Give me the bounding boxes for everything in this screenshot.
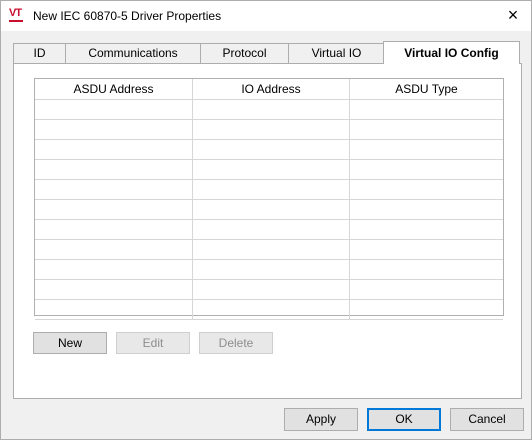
table-cell[interactable]: [35, 259, 193, 280]
table-row[interactable]: [35, 279, 503, 300]
table-cell[interactable]: [192, 219, 350, 240]
table-row[interactable]: [35, 299, 503, 320]
table-cell[interactable]: [192, 119, 350, 140]
column-header-io-address[interactable]: IO Address: [192, 79, 350, 100]
table-cell[interactable]: [349, 219, 503, 240]
table-cell[interactable]: [349, 139, 503, 160]
column-header-asdu-address[interactable]: ASDU Address: [35, 79, 193, 100]
table-cell[interactable]: [35, 139, 193, 160]
table-cell[interactable]: [349, 279, 503, 300]
table-cell[interactable]: [349, 159, 503, 180]
table-cell[interactable]: [192, 179, 350, 200]
tab-protocol[interactable]: Protocol: [200, 43, 289, 63]
table-cell[interactable]: [349, 179, 503, 200]
table-cell[interactable]: [349, 239, 503, 260]
table-cell[interactable]: [35, 199, 193, 220]
table-cell[interactable]: [349, 199, 503, 220]
table-cell[interactable]: [349, 299, 503, 320]
table-cell[interactable]: [35, 159, 193, 180]
tab-virtual-io-config[interactable]: Virtual IO Config: [383, 41, 520, 64]
apply-button[interactable]: Apply: [284, 408, 358, 431]
table-cell[interactable]: [35, 239, 193, 260]
table-row[interactable]: [35, 199, 503, 220]
table-cell[interactable]: [192, 239, 350, 260]
table-cell[interactable]: [192, 279, 350, 300]
table-cell[interactable]: [192, 99, 350, 120]
table-cell[interactable]: [192, 259, 350, 280]
ok-button[interactable]: OK: [367, 408, 441, 431]
table-row[interactable]: [35, 119, 503, 140]
table-cell[interactable]: [192, 139, 350, 160]
tab-panel: ASDU Address IO Address ASDU Type New Ed…: [13, 63, 522, 399]
edit-button[interactable]: Edit: [116, 332, 190, 354]
table-cell[interactable]: [35, 119, 193, 140]
cancel-button[interactable]: Cancel: [450, 408, 524, 431]
table-row[interactable]: [35, 259, 503, 280]
table-cell[interactable]: [35, 219, 193, 240]
table-cell[interactable]: [349, 259, 503, 280]
app-icon-text: VT: [9, 7, 22, 19]
window-title: New IEC 60870-5 Driver Properties: [33, 9, 222, 23]
tab-communications[interactable]: Communications: [65, 43, 201, 63]
table-cell[interactable]: [35, 279, 193, 300]
table-cell[interactable]: [349, 99, 503, 120]
table-cell[interactable]: [192, 159, 350, 180]
table-cell[interactable]: [349, 119, 503, 140]
vt-app-icon: VT: [9, 7, 27, 23]
table-row[interactable]: [35, 239, 503, 260]
table-cell[interactable]: [35, 179, 193, 200]
table-row[interactable]: [35, 159, 503, 180]
table-row[interactable]: [35, 179, 503, 200]
new-button[interactable]: New: [33, 332, 107, 354]
virtual-io-grid[interactable]: ASDU Address IO Address ASDU Type: [34, 78, 504, 320]
table-cell[interactable]: [35, 99, 193, 120]
table-cell[interactable]: [35, 299, 193, 320]
dialog-window: VT New IEC 60870-5 Driver Properties × I…: [0, 0, 532, 440]
close-icon[interactable]: ×: [505, 6, 521, 24]
table-cell[interactable]: [192, 299, 350, 320]
title-bar[interactable]: VT New IEC 60870-5 Driver Properties ×: [1, 1, 531, 31]
table-row[interactable]: [35, 99, 503, 120]
table-cell[interactable]: [192, 199, 350, 220]
delete-button[interactable]: Delete: [199, 332, 273, 354]
table-row[interactable]: [35, 139, 503, 160]
column-header-asdu-type[interactable]: ASDU Type: [349, 79, 503, 100]
tab-id[interactable]: ID: [13, 43, 66, 63]
table-row[interactable]: [35, 219, 503, 240]
tab-virtual-io[interactable]: Virtual IO: [288, 43, 385, 63]
